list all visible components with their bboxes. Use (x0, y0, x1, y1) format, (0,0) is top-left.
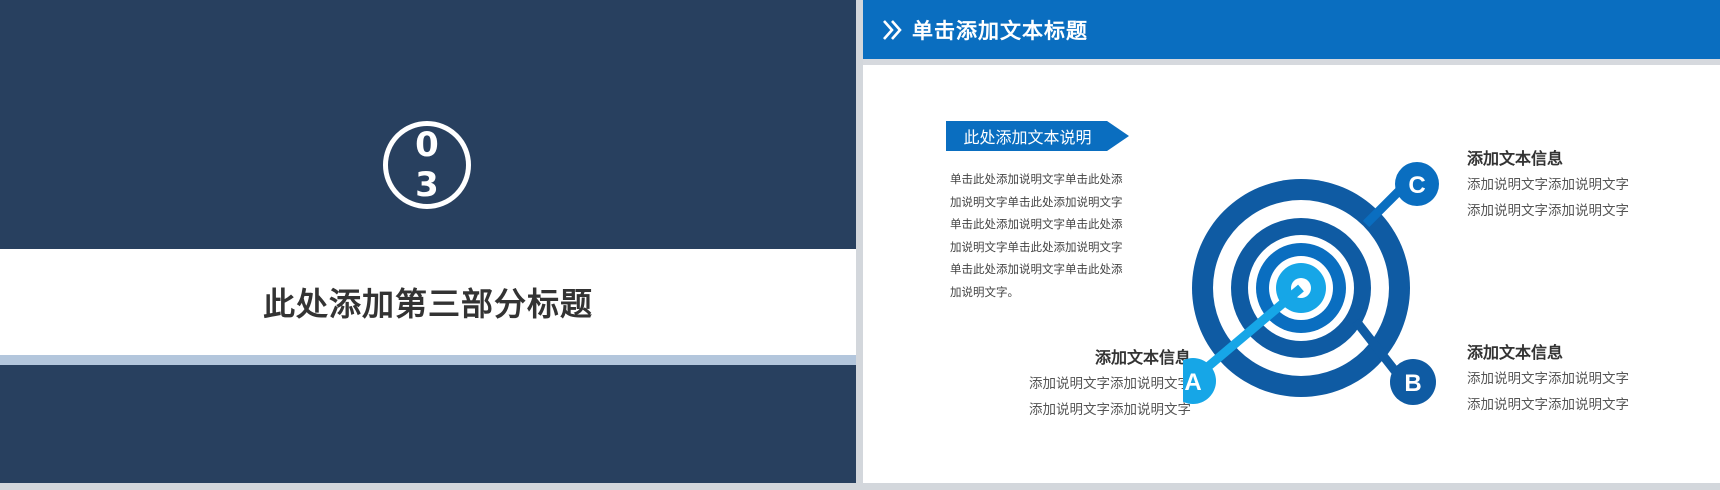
info-block-b[interactable]: 添加文本信息 添加说明文字添加说明文字 添加说明文字添加说明文字 (1467, 340, 1629, 418)
divider-band (0, 355, 856, 365)
bottom-navy-panel (0, 365, 856, 483)
header-underline (863, 59, 1720, 65)
content-slide: 单击添加文本标题 此处添加文本说明 单击此处添加说明文字单击此处添 加说明文字单… (863, 0, 1720, 483)
marker-c-label: C (1408, 172, 1425, 199)
description-tag-label: 此处添加文本说明 (963, 128, 1092, 147)
info-a-line: 添加说明文字添加说明文字 (1029, 376, 1191, 392)
description-line: 加说明文字。 (950, 284, 1019, 299)
section-number-digit-1: 0 (415, 125, 439, 165)
description-tag[interactable]: 此处添加文本说明 (946, 121, 1129, 151)
section-number-digit-2: 3 (415, 165, 439, 205)
info-c-line: 添加说明文字添加说明文字 (1467, 203, 1629, 219)
info-a-line: 添加说明文字添加说明文字 (1029, 402, 1191, 418)
double-chevron-right-icon (883, 19, 902, 40)
description-text[interactable]: 单击此处添加说明文字单击此处添 加说明文字单击此处添加说明文字 单击此处添加说明… (950, 168, 1150, 303)
info-c-title: 添加文本信息 (1467, 149, 1564, 168)
info-a-title: 添加文本信息 (1094, 348, 1191, 367)
description-line: 加说明文字单击此处添加说明文字 (950, 194, 1123, 209)
info-block-a[interactable]: 添加文本信息 添加说明文字添加说明文字 添加说明文字添加说明文字 (951, 345, 1191, 423)
info-block-c[interactable]: 添加文本信息 添加说明文字添加说明文字 添加说明文字添加说明文字 (1467, 146, 1629, 224)
header-bar: 单击添加文本标题 (863, 0, 1720, 59)
title-band: 此处添加第三部分标题 (0, 249, 856, 355)
section-title[interactable]: 此处添加第三部分标题 (263, 279, 593, 325)
section-slide: 0 3 此处添加第三部分标题 (0, 0, 856, 483)
marker-a-label: A (1184, 369, 1201, 396)
description-line: 单击此处添加说明文字单击此处添 (950, 262, 1123, 276)
marker-b-label: B (1404, 370, 1421, 397)
info-b-line: 添加说明文字添加说明文字 (1467, 397, 1629, 413)
section-number-circle: 0 3 (383, 121, 471, 209)
info-b-title: 添加文本信息 (1467, 343, 1564, 362)
info-b-line: 添加说明文字添加说明文字 (1467, 371, 1629, 387)
header-title[interactable]: 单击添加文本标题 (912, 15, 1088, 45)
description-line: 单击此处添加说明文字单击此处添 (950, 217, 1123, 231)
info-c-line: 添加说明文字添加说明文字 (1467, 177, 1629, 193)
description-line: 加说明文字单击此处添加说明文字 (950, 239, 1123, 254)
target-diagram: A B C (1183, 162, 1439, 405)
description-line: 单击此处添加说明文字单击此处添 (950, 172, 1123, 186)
